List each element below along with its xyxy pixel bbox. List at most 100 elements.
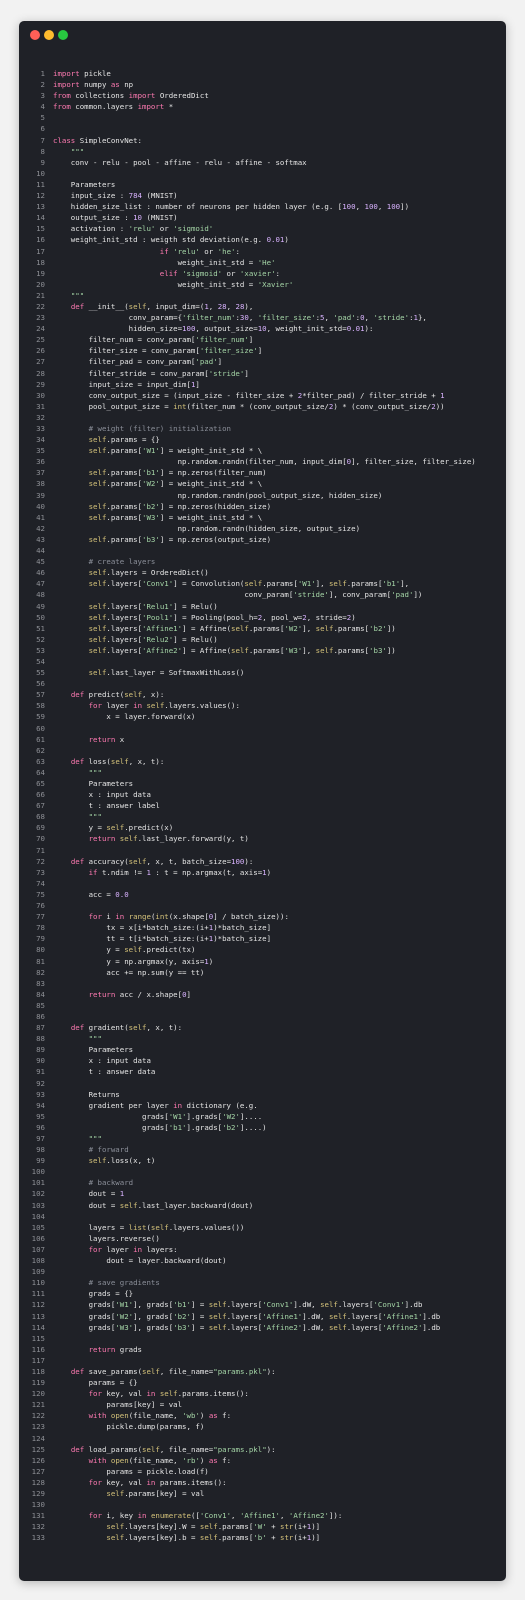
code-line-text: params = {} (53, 1378, 138, 1388)
code-line: 16 weight_init_std : weigth std deviatio… (19, 234, 506, 245)
line-number: 92 (36, 1078, 45, 1088)
line-number: 94 (36, 1100, 45, 1110)
code-line-text: for i, key in enumerate(['Conv1', 'Affin… (88, 1511, 343, 1521)
line-number: 21 (36, 290, 45, 300)
code-line-text: y = np.argmax(y, axis=1) (53, 956, 214, 966)
line-number: 91 (36, 1067, 45, 1077)
code-line: 82 acc += np.sum(y == tt) (19, 967, 506, 978)
line-number: 108 (31, 1256, 45, 1266)
code-line: 105 layers = list(self.layers.values()) (19, 1222, 506, 1233)
code-line-text: """ (88, 812, 102, 822)
code-line: 88 """ (19, 1033, 506, 1044)
code-line-text: def loss(self, x, t): (70, 756, 165, 766)
line-number: 20 (36, 279, 45, 289)
code-line-text: filter_size = conv_param['filter_size'] (53, 346, 263, 356)
code-line-text: """ (88, 1134, 102, 1143)
code-line-text: # save gradients (53, 1278, 160, 1288)
line-number: 107 (31, 1244, 45, 1254)
line-number: 37 (36, 468, 45, 478)
code-line-text: self.params['b2'] = np.zeros(hidden_size… (88, 501, 272, 511)
code-line-text: def predict(self, x): (70, 690, 165, 700)
code-line: 65 Parameters (19, 778, 506, 789)
code-line: 90 x : input data (19, 1055, 506, 1066)
code-line: 37 self.params['b1'] = np.zeros(filter_n… (19, 467, 506, 478)
line-number: 128 (31, 1477, 45, 1487)
line-number: 61 (36, 734, 45, 744)
code-line-text: grads['W2'], grads['b2'] = self.layers['… (53, 1311, 441, 1321)
close-window-dot-icon[interactable] (30, 30, 40, 40)
line-number: 96 (36, 1122, 45, 1132)
code-line: 87 def gradient(self, x, t): (19, 1022, 506, 1033)
code-line-text: y = self.predict(tx) (53, 945, 196, 955)
line-number: 113 (31, 1311, 45, 1321)
code-line: 84 return acc / x.shape[0] (19, 989, 506, 1000)
line-number: 100 (31, 1167, 45, 1177)
code-line: 3 from collections import OrderedDict (19, 90, 506, 101)
line-number: 44 (36, 546, 45, 556)
code-line: 39 np.random.randn(pool_output_size, hid… (19, 490, 506, 501)
line-number: 36 (36, 457, 45, 467)
code-line-text: import numpy as np (53, 80, 134, 90)
code-line: 81 y = np.argmax(y, axis=1) (19, 956, 506, 967)
line-number: 123 (31, 1422, 45, 1432)
code-line-text: self.layers['Affine2'] = Affine(self.par… (88, 645, 396, 655)
line-number: 62 (36, 745, 45, 755)
code-line-text: activation : 'relu' or 'sigmoid' (53, 224, 214, 234)
code-listing[interactable]: 1 import pickle 2 import numpy as np 3 from c… (19, 68, 506, 1543)
line-number: 86 (36, 1011, 45, 1021)
code-line-text: self.loss(x, t) (88, 1156, 156, 1166)
code-line-text: # forward (53, 1145, 129, 1155)
line-number: 119 (31, 1378, 45, 1388)
code-line: 128 for key, val in params.items(): (19, 1477, 506, 1488)
code-line-text: if t.ndim != 1 : t = np.argmax(t, axis=1… (88, 867, 272, 877)
code-line: 96 grads['b1'].grads['b2']....) (19, 1122, 506, 1133)
minimize-window-dot-icon[interactable] (44, 30, 54, 40)
line-number: 132 (31, 1522, 45, 1532)
code-line: 75 acc = 0.0 (19, 889, 506, 900)
code-line: 41 self.params['W3'] = weight_init_std *… (19, 512, 506, 523)
code-line: 129 self.params[key] = val (19, 1488, 506, 1499)
code-line: 7 class SimpleConvNet: (19, 135, 506, 146)
line-number: 90 (36, 1056, 45, 1066)
code-line-text: self.layers[key].b = self.params['b' + s… (106, 1533, 321, 1543)
code-line-text: tx = x[i*batch_size:(i+1)*batch_size] (53, 923, 272, 933)
code-line: 64 """ (19, 767, 506, 778)
code-line: 113 grads['W2'], grads['b2'] = self.laye… (19, 1311, 506, 1322)
line-number: 71 (36, 845, 45, 855)
line-number: 24 (36, 324, 45, 334)
code-line: 36 np.random.randn(filter_num, input_dim… (19, 456, 506, 467)
code-line-text: for key, val in self.params.items(): (88, 1389, 249, 1399)
code-line-text: t : answer data (53, 1067, 156, 1077)
line-number: 46 (36, 568, 45, 578)
code-line: 38 self.params['W2'] = weight_init_std *… (19, 478, 506, 489)
line-number: 121 (31, 1400, 45, 1410)
code-line-text: conv - relu - pool - affine - relu - aff… (53, 157, 307, 167)
code-line-text: self.layers['Affine1'] = Affine(self.par… (88, 623, 396, 633)
code-line: 109 (19, 1266, 506, 1277)
line-number: 84 (36, 989, 45, 999)
line-number: 2 (40, 80, 45, 90)
line-number: 55 (36, 668, 45, 678)
code-line: 35 self.params['W1'] = weight_init_std *… (19, 445, 506, 456)
code-line-text: Parameters (53, 779, 134, 788)
code-line: 13 hidden_size_list : number of neurons … (19, 201, 506, 212)
line-number: 115 (31, 1333, 45, 1343)
code-line: 97 """ (19, 1133, 506, 1144)
line-number: 83 (36, 978, 45, 988)
code-line-text: # backward (53, 1178, 134, 1188)
code-line-text: conv_param={'filter_num':30, 'filter_siz… (53, 313, 427, 323)
line-number: 17 (36, 246, 45, 256)
line-number: 10 (36, 168, 45, 178)
code-line: 86 (19, 1011, 506, 1022)
line-number: 31 (36, 401, 45, 411)
code-line-text: np.random.randn(pool_output_size, hidden… (53, 490, 383, 500)
code-line-text: for layer in layers: (88, 1244, 178, 1254)
line-number: 69 (36, 823, 45, 833)
line-number: 49 (36, 601, 45, 611)
zoom-window-dot-icon[interactable] (58, 30, 68, 40)
code-line: 28 filter_stride = conv_param['stride'] (19, 368, 506, 379)
line-number: 98 (36, 1145, 45, 1155)
code-line-text: weight_init_std = 'He' (53, 257, 276, 267)
code-line: 123 pickle.dump(params, f) (19, 1421, 506, 1432)
code-line-text: acc = 0.0 (53, 889, 129, 899)
